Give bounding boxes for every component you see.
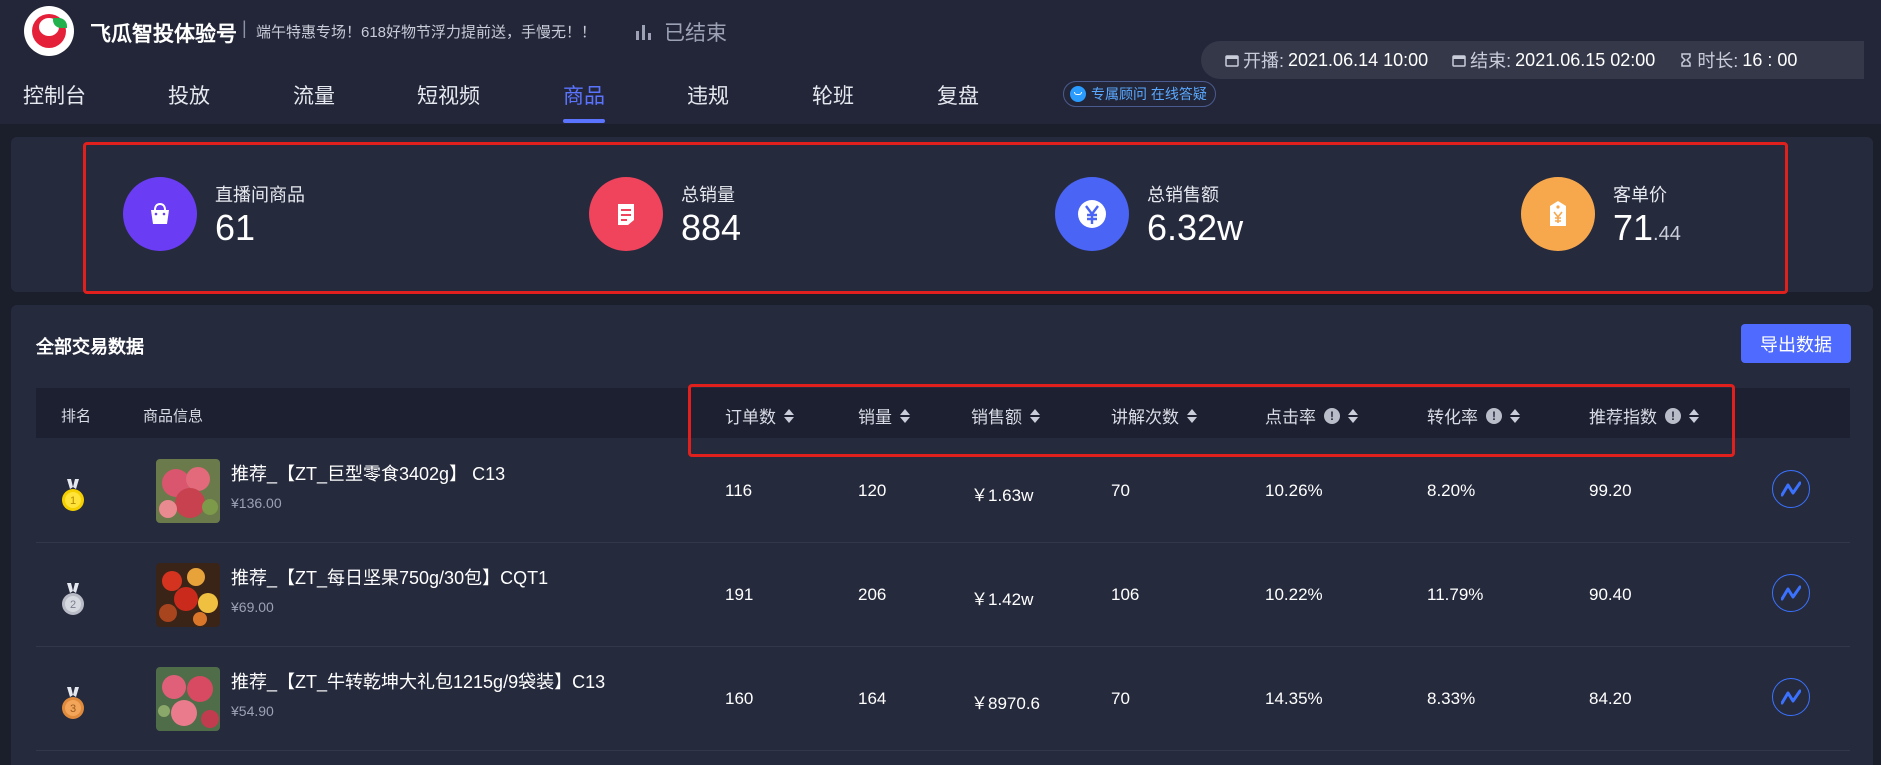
explain-cell: 70 bbox=[1111, 481, 1130, 500]
cvr-cell: 8.33% bbox=[1427, 689, 1476, 708]
app-logo[interactable] bbox=[24, 6, 74, 56]
explain-cell: 106 bbox=[1111, 585, 1140, 604]
cvr-cell: 11.79% bbox=[1427, 585, 1484, 604]
duration-label: 时长: bbox=[1697, 51, 1739, 71]
tab-ads[interactable]: 投放 bbox=[168, 80, 210, 110]
score-cell: 84.20 bbox=[1589, 689, 1632, 708]
sales-cell: 120 bbox=[858, 481, 887, 500]
revenue-cell: ￥1.42w bbox=[971, 590, 1034, 609]
section-title: 全部交易数据 bbox=[36, 337, 144, 357]
explain-cell: 70 bbox=[1111, 689, 1130, 708]
tab-violations[interactable]: 违规 bbox=[687, 80, 729, 110]
chat-bubble-icon bbox=[1070, 86, 1086, 102]
gold-medal-icon: 1 bbox=[62, 479, 84, 511]
score-cell: 99.20 bbox=[1589, 481, 1632, 500]
start-time-label: 开播: bbox=[1243, 51, 1285, 71]
tab-products[interactable]: 商品 bbox=[563, 80, 605, 123]
revenue-cell: ￥1.63w bbox=[971, 486, 1034, 505]
revenue-cell: ￥8970.6 bbox=[971, 694, 1040, 713]
tab-shifts[interactable]: 轮班 bbox=[812, 80, 854, 110]
product-thumbnail[interactable] bbox=[156, 459, 220, 523]
trend-line-icon bbox=[1781, 689, 1801, 705]
product-price: ¥69.00 bbox=[231, 599, 274, 615]
orders-cell: 160 bbox=[725, 689, 754, 708]
tab-short-video[interactable]: 短视频 bbox=[417, 80, 480, 110]
tab-traffic[interactable]: 流量 bbox=[293, 80, 335, 110]
calendar-icon bbox=[1452, 55, 1466, 67]
silver-medal-icon: 2 bbox=[62, 583, 84, 615]
bar-chart-icon bbox=[636, 25, 651, 40]
sales-cell: 206 bbox=[858, 585, 887, 604]
trend-chart-button[interactable] bbox=[1772, 574, 1810, 612]
col-rank: 排名 bbox=[61, 408, 92, 425]
score-cell: 90.40 bbox=[1589, 585, 1632, 604]
consultant-label: 专属顾问 在线答疑 bbox=[1091, 86, 1207, 102]
table-row[interactable]: 2 推荐_【ZT_每日坚果750g/30包】CQT1 ¥69.00 191 20… bbox=[36, 542, 1850, 647]
table-row[interactable]: 1 推荐_【ZT_巨型零食3402g】 C13 ¥136.00 116 120 … bbox=[36, 438, 1850, 543]
orders-cell: 191 bbox=[725, 585, 754, 604]
highlight-box-summary bbox=[83, 142, 1788, 294]
ctr-cell: 10.26% bbox=[1265, 481, 1323, 500]
live-status-text: 已结束 bbox=[664, 22, 727, 45]
rank-number: 2 bbox=[70, 599, 76, 611]
rank-number: 1 bbox=[70, 495, 76, 507]
product-price: ¥54.90 bbox=[231, 703, 274, 719]
consultant-button[interactable]: 专属顾问 在线答疑 bbox=[1063, 81, 1216, 107]
account-name: 飞瓜智投体验号 bbox=[90, 23, 237, 46]
calendar-icon bbox=[1225, 55, 1239, 67]
live-status: 已结束 bbox=[634, 17, 727, 47]
trend-chart-button[interactable] bbox=[1772, 678, 1810, 716]
end-time-value: 2021.06.15 02:00 bbox=[1515, 49, 1656, 70]
bronze-medal-icon: 3 bbox=[62, 687, 84, 719]
product-price: ¥136.00 bbox=[231, 495, 282, 511]
table-row[interactable]: 3 推荐_【ZT_牛转乾坤大礼包1215g/9袋装】C13 ¥54.90 160… bbox=[36, 646, 1850, 751]
duration-value: 16 : 00 bbox=[1742, 49, 1798, 70]
product-name[interactable]: 推荐_【ZT_牛转乾坤大礼包1215g/9袋装】C13 bbox=[231, 668, 605, 694]
cvr-cell: 8.20% bbox=[1427, 481, 1476, 500]
end-time-label: 结束: bbox=[1470, 51, 1512, 71]
trend-line-icon bbox=[1781, 585, 1801, 601]
export-data-button[interactable]: 导出数据 bbox=[1741, 324, 1851, 363]
product-thumbnail[interactable] bbox=[156, 563, 220, 627]
product-name[interactable]: 推荐_【ZT_每日坚果750g/30包】CQT1 bbox=[231, 564, 548, 590]
trend-line-icon bbox=[1781, 481, 1801, 497]
live-time-info: 开播: 2021.06.14 10:00 结束: 2021.06.15 02:0… bbox=[1201, 41, 1864, 79]
trend-chart-button[interactable] bbox=[1772, 470, 1810, 508]
tab-console[interactable]: 控制台 bbox=[23, 80, 86, 110]
product-thumbnail[interactable] bbox=[156, 667, 220, 731]
sales-cell: 164 bbox=[858, 689, 887, 708]
ctr-cell: 14.35% bbox=[1265, 689, 1323, 708]
col-product-info: 商品信息 bbox=[143, 408, 204, 425]
product-name[interactable]: 推荐_【ZT_巨型零食3402g】 C13 bbox=[231, 460, 505, 486]
ctr-cell: 10.22% bbox=[1265, 585, 1323, 604]
hourglass-icon bbox=[1681, 53, 1692, 67]
tab-review[interactable]: 复盘 bbox=[937, 80, 979, 110]
rank-number: 3 bbox=[70, 703, 76, 715]
header-separator: | bbox=[242, 18, 247, 38]
start-time-value: 2021.06.14 10:00 bbox=[1288, 49, 1429, 70]
orders-cell: 116 bbox=[725, 481, 753, 500]
live-title: 端午特惠专场！618好物节浮力提前送，手慢无！！ bbox=[256, 24, 597, 41]
